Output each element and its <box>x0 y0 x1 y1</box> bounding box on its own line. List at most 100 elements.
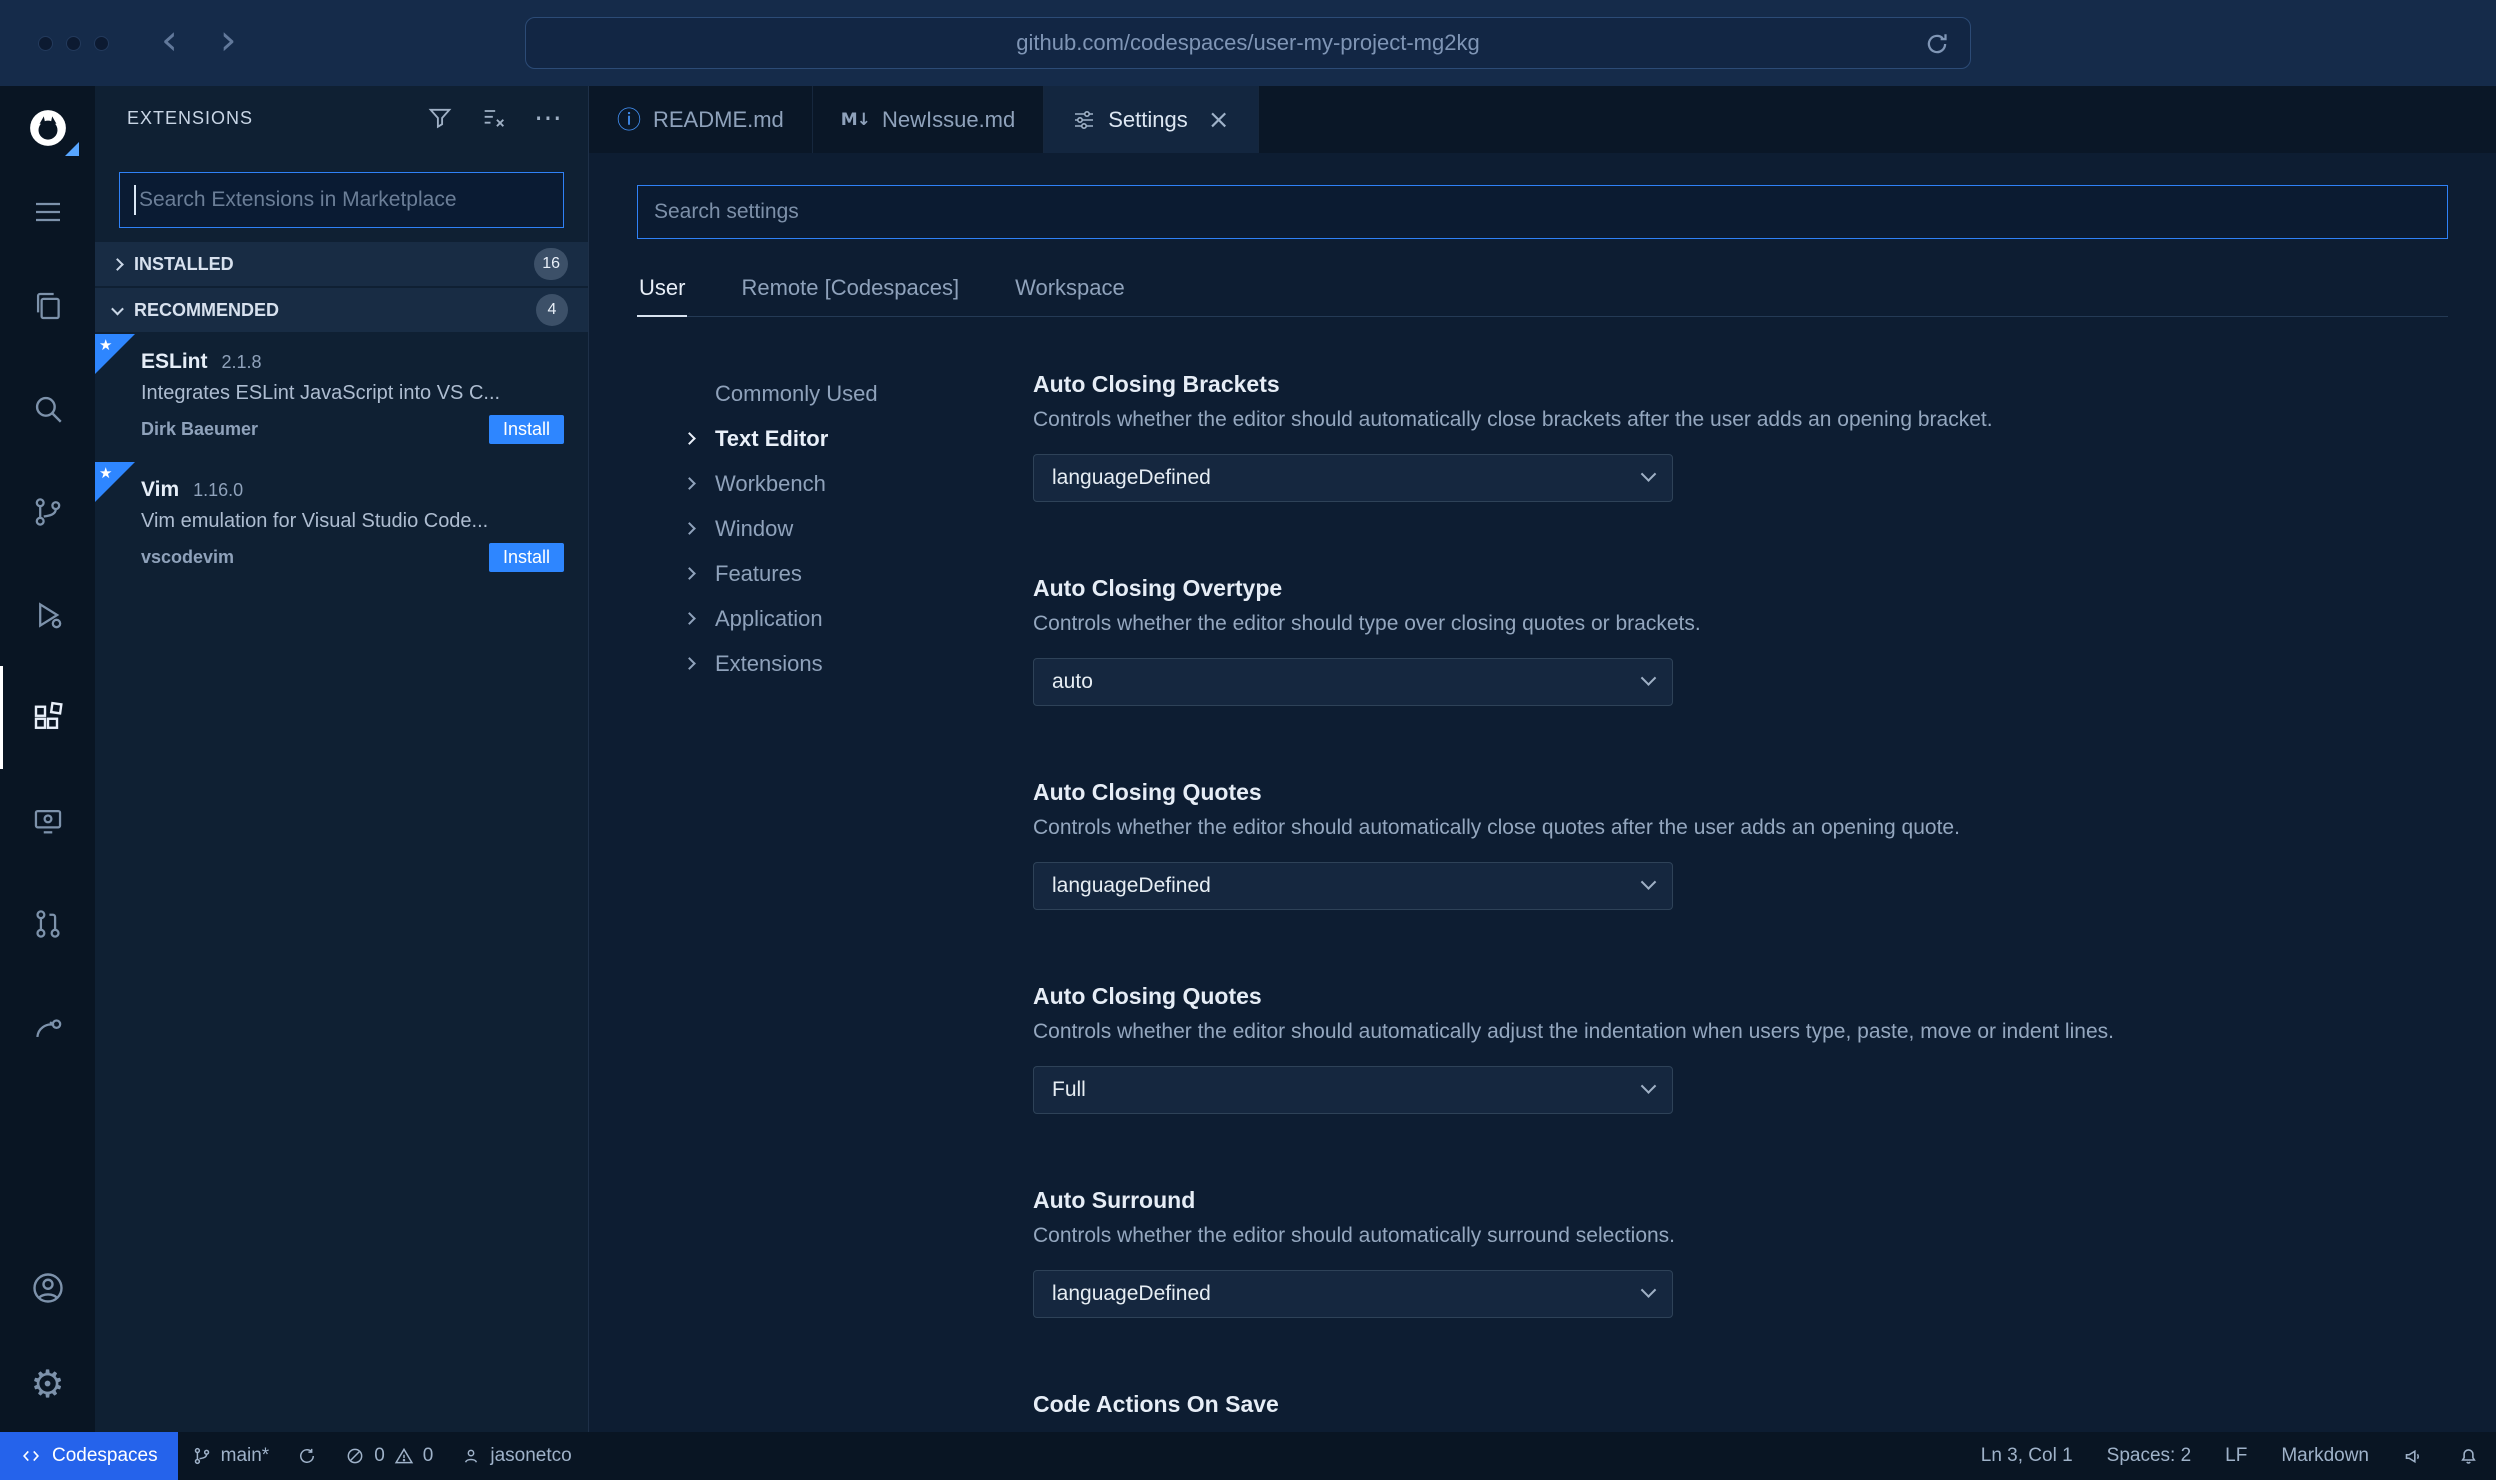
dropdown-value: auto <box>1052 670 1093 693</box>
extension-item-eslint[interactable]: ★ ESLint 2.1.8 Integrates ESLint JavaScr… <box>95 334 588 462</box>
tab-settings[interactable]: Settings × <box>1044 86 1259 153</box>
window-close-button[interactable] <box>38 35 53 51</box>
tab-readme[interactable]: ⓘ README.md <box>589 86 813 153</box>
pull-request-icon <box>31 907 65 941</box>
sidebar-item-search[interactable] <box>0 357 95 460</box>
extension-version: 1.16.0 <box>193 480 244 500</box>
settings-scope-tabs: User Remote [Codespaces] Workspace <box>637 265 2448 317</box>
toc-item-features[interactable]: Features <box>683 551 1001 596</box>
filter-icon[interactable] <box>426 104 454 132</box>
toc-item-extensions[interactable]: Extensions <box>683 641 1001 686</box>
toc-item-window[interactable]: Window <box>683 506 1001 551</box>
indentation-indicator[interactable]: Spaces: 2 <box>2090 1445 2209 1467</box>
chevron-down-icon <box>1640 669 1657 686</box>
chevron-right-icon <box>683 657 696 670</box>
chevron-right-icon <box>683 477 696 490</box>
cursor-position[interactable]: Ln 3, Col 1 <box>1964 1445 2090 1467</box>
branch-indicator[interactable]: main* <box>178 1432 284 1480</box>
settings-search-input[interactable] <box>637 185 2448 239</box>
eol-indicator[interactable]: LF <box>2208 1445 2264 1467</box>
scope-tab-user[interactable]: User <box>637 265 688 317</box>
sidebar-item-remote-explorer[interactable] <box>0 769 95 872</box>
more-actions-icon[interactable]: ⋯ <box>534 104 562 132</box>
setting-description: Controls whether the editor should autom… <box>1033 1020 2114 1043</box>
setting-dropdown[interactable]: languageDefined <box>1033 454 1673 502</box>
setting-description: Controls whether the editor should autom… <box>1033 1224 1676 1247</box>
toc-label: Window <box>715 515 794 541</box>
user-indicator[interactable]: jasonetco <box>447 1432 585 1480</box>
setting-dropdown[interactable]: languageDefined <box>1033 862 1673 910</box>
problems-indicator[interactable]: 0 0 <box>331 1432 447 1480</box>
toc-label: Features <box>715 560 802 586</box>
setting-description: Controls whether the editor should type … <box>1033 612 1701 635</box>
toc-item-application[interactable]: Application <box>683 596 1001 641</box>
toc-label: Extensions <box>715 650 823 676</box>
sync-icon <box>297 1446 317 1466</box>
language-mode[interactable]: Markdown <box>2264 1445 2386 1467</box>
codespaces-icon <box>20 1445 42 1467</box>
install-button[interactable]: Install <box>488 415 564 444</box>
settings-editor: User Remote [Codespaces] Workspace Commo… <box>589 153 2496 1432</box>
scope-tab-workspace[interactable]: Workspace <box>1013 265 1127 316</box>
browser-chrome: ‹ › github.com/codespaces/user-my-projec… <box>0 0 2496 86</box>
sync-button[interactable] <box>283 1432 331 1480</box>
extension-item-vim[interactable]: ★ Vim 1.16.0 Vim emulation for Visual St… <box>95 462 588 590</box>
extension-description: Integrates ESLint JavaScript into VS C..… <box>141 382 501 404</box>
refresh-icon[interactable] <box>1922 29 1952 59</box>
chevron-down-icon <box>111 302 124 315</box>
browser-back-button[interactable]: ‹ <box>161 19 178 61</box>
browser-url-bar[interactable]: github.com/codespaces/user-my-project-mg… <box>525 17 1971 69</box>
github-codespaces-logo <box>0 86 95 170</box>
setting-dropdown[interactable]: languageDefined <box>1033 1270 1673 1318</box>
section-installed[interactable]: INSTALLED 16 <box>95 242 588 286</box>
sidebar-item-explorer[interactable] <box>0 254 95 357</box>
extensions-search-input[interactable]: Search Extensions in Marketplace <box>119 172 564 228</box>
gear-icon: ⚙ <box>30 1362 65 1406</box>
browser-forward-button[interactable]: › <box>220 19 237 61</box>
indentation-label: Spaces: 2 <box>2106 1445 2192 1466</box>
settings-gear-button[interactable]: ⚙ <box>0 1336 95 1432</box>
dropdown-value: Full <box>1052 1078 1086 1101</box>
notifications-button[interactable] <box>2441 1446 2496 1467</box>
chevron-right-icon <box>683 567 696 580</box>
codespaces-remote-indicator[interactable]: Codespaces <box>0 1432 178 1480</box>
chevron-down-icon <box>1640 1077 1657 1094</box>
scope-tab-remote[interactable]: Remote [Codespaces] <box>739 265 961 316</box>
toc-item-commonly-used[interactable]: Commonly Used <box>685 371 1001 416</box>
sidebar-item-run-debug[interactable] <box>0 563 95 666</box>
menu-button[interactable] <box>0 170 95 254</box>
settings-list: Auto Closing Brackets Controls whether t… <box>1033 371 2496 1432</box>
setting-dropdown[interactable]: Full <box>1033 1066 1673 1114</box>
window-minimize-button[interactable] <box>66 35 81 51</box>
toc-item-workbench[interactable]: Workbench <box>683 461 1001 506</box>
codespaces-label: Codespaces <box>52 1445 158 1466</box>
setting-title: Auto Closing Overtype <box>1033 575 1283 601</box>
setting-auto-closing-overtype: Auto Closing Overtype Controls whether t… <box>1033 575 2496 779</box>
toc-label: Commonly Used <box>715 380 878 406</box>
feedback-button[interactable] <box>2386 1446 2441 1467</box>
install-button[interactable]: Install <box>488 543 564 572</box>
star-icon: ★ <box>99 336 113 354</box>
close-icon[interactable]: × <box>1208 107 1230 133</box>
clear-filter-icon[interactable] <box>480 104 508 132</box>
sidebar-item-source-control[interactable] <box>0 460 95 563</box>
section-recommended[interactable]: RECOMMENDED 4 <box>95 288 588 332</box>
chevron-right-icon <box>683 432 696 445</box>
sidebar-item-remote-tunnel[interactable] <box>0 975 95 1078</box>
section-label: INSTALLED <box>134 253 234 274</box>
window-zoom-button[interactable] <box>94 35 109 51</box>
markdown-icon: M↓ <box>840 109 871 130</box>
setting-dropdown[interactable]: auto <box>1033 658 1673 706</box>
tab-label: Settings <box>1108 106 1188 132</box>
account-button[interactable] <box>0 1240 95 1336</box>
sidebar-item-extensions[interactable] <box>0 666 95 769</box>
sidebar-item-pull-requests[interactable] <box>0 872 95 975</box>
extension-author: Dirk Baeumer <box>141 419 259 439</box>
username: jasonetco <box>490 1445 572 1466</box>
setting-title: Auto Surround <box>1033 1187 1196 1213</box>
chevron-down-icon <box>1640 873 1657 890</box>
hamburger-icon <box>32 196 64 228</box>
toc-item-text-editor[interactable]: Text Editor <box>683 416 1001 461</box>
url-text: github.com/codespaces/user-my-project-mg… <box>1016 30 1480 55</box>
tab-newissue[interactable]: M↓ NewIssue.md <box>813 86 1045 153</box>
